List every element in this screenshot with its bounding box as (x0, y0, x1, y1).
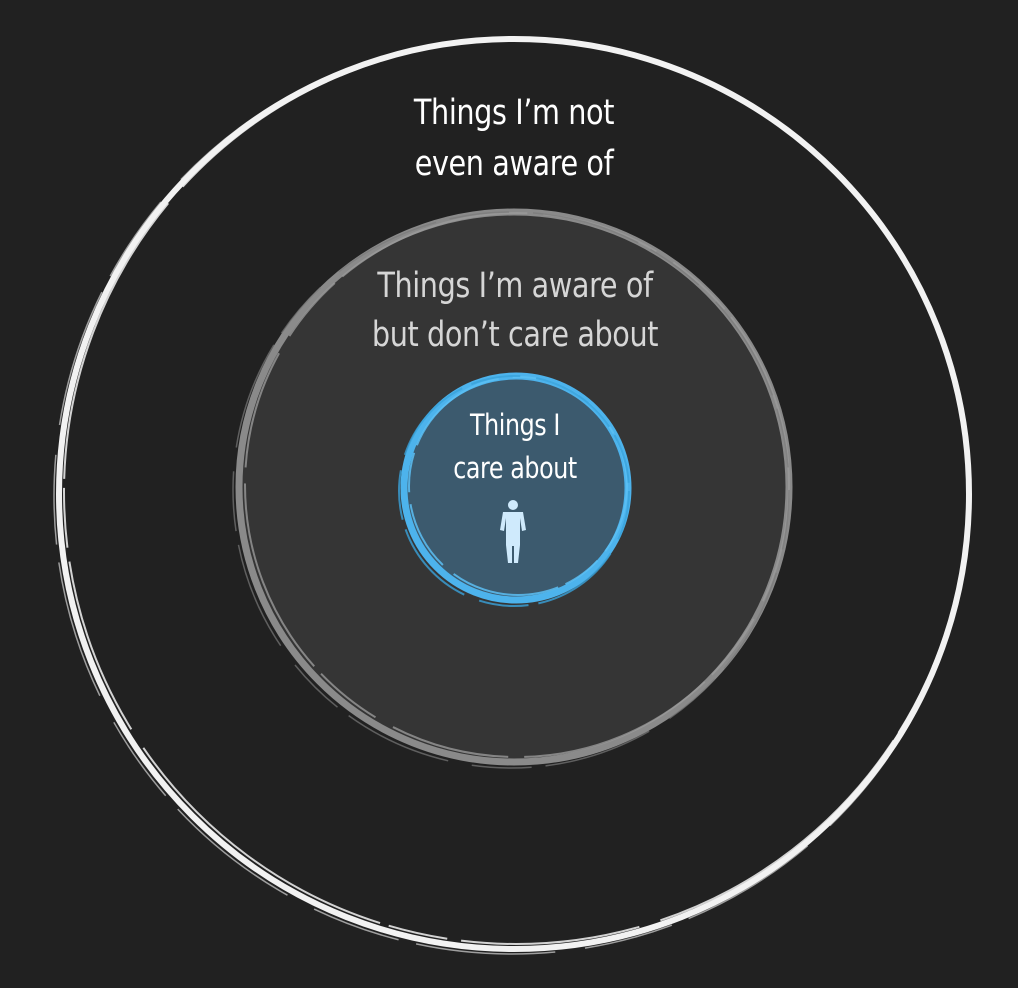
inner-circle-label: Things I care about (437, 404, 593, 490)
middle-circle-label: Things I’m aware of but don’t care about (365, 262, 665, 360)
middle-label-line-1: Things I’m aware of (377, 266, 653, 306)
outer-circle-label: Things I’m not even aware of (387, 88, 641, 190)
outer-label-line-1: Things I’m not (413, 93, 615, 133)
middle-label-line-2: but don’t care about (371, 315, 659, 355)
inner-label-line-1: Things I (469, 408, 561, 442)
outer-label-line-2: even aware of (414, 144, 614, 184)
inner-label-line-2: care about (453, 451, 577, 485)
